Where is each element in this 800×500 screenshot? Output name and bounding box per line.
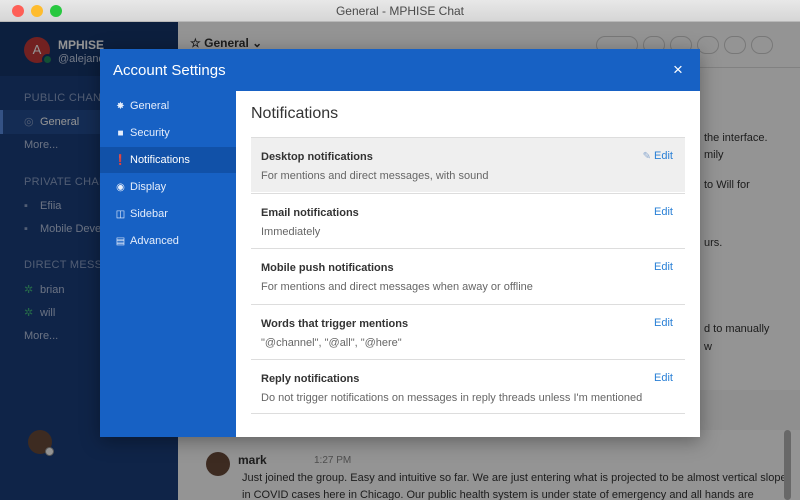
nav-item-general[interactable]: ✸ General [100,93,236,119]
columns-icon: ◫ [115,209,126,220]
content-title: Notifications [251,105,339,122]
setting-row-mention-keys[interactable]: Words that trigger mentions "@channel", … [251,304,685,359]
account-settings-modal: Account Settings × ✸ General ■ Security ❗ N… [100,49,700,437]
setting-value: Immediately [261,226,321,238]
setting-value: For mentions and direct messages when aw… [261,281,533,293]
list-icon: ▤ [115,236,126,247]
setting-row-desktop[interactable]: Desktop notifications For mentions and d… [251,137,685,192]
nav-item-sidebar[interactable]: ◫ Sidebar [100,201,236,227]
setting-label: Desktop notifications [261,151,373,163]
window-titlebar: General - MPHISE Chat [0,0,800,22]
edit-reply-button[interactable]: Edit [654,372,673,384]
nav-item-display[interactable]: ◉ Display [100,174,236,200]
close-icon[interactable]: × [668,60,688,80]
nav-item-advanced[interactable]: ▤ Advanced [100,228,236,254]
edit-mobile-push-button[interactable]: Edit [654,261,673,273]
setting-row-reply[interactable]: Reply notifications Do not trigger notif… [251,359,685,414]
setting-label: Email notifications [261,207,359,219]
edit-desktop-button[interactable]: ✎ Edit [643,150,673,162]
setting-row-email[interactable]: Email notifications Immediately Edit [251,193,685,248]
window-title: General - MPHISE Chat [335,4,465,18]
modal-title: Account Settings [113,62,226,79]
maximize-window-button[interactable] [50,5,62,17]
nav-item-security[interactable]: ■ Security [100,120,236,146]
lock-icon: ■ [117,128,124,139]
settings-content: Notifications Desktop notifications For … [236,91,700,437]
setting-row-mobile-push[interactable]: Mobile push notifications For mentions a… [251,248,685,303]
setting-value: Do not trigger notifications on messages… [261,392,643,404]
alert-icon: ❗ [114,155,127,166]
modal-header: Account Settings × [100,49,700,91]
setting-value: "@channel", "@all", "@here" [261,337,402,349]
edit-email-button[interactable]: Edit [654,206,673,218]
setting-value: For mentions and direct messages, with s… [261,170,489,182]
setting-label: Words that trigger mentions [261,318,409,330]
edit-mention-keys-button[interactable]: Edit [654,317,673,329]
close-window-button[interactable] [12,5,24,17]
eye-icon: ◉ [116,182,125,193]
nav-item-notifications[interactable]: ❗ Notifications [100,147,236,173]
settings-nav: ✸ General ■ Security ❗ Notifications ◉ Displ… [100,91,236,437]
setting-label: Reply notifications [261,373,360,385]
pencil-icon: ✎ [642,151,652,162]
gear-icon: ✸ [116,101,125,112]
minimize-window-button[interactable] [31,5,43,17]
setting-label: Mobile push notifications [261,262,394,274]
